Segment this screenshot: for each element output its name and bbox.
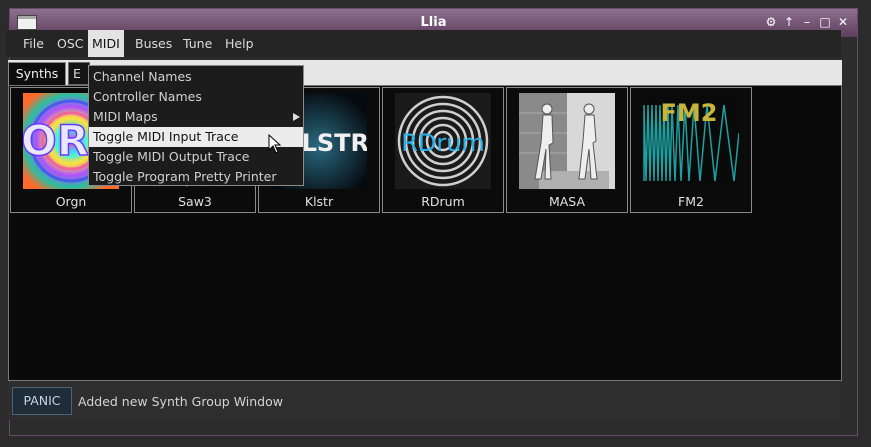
window-title: Llia	[420, 15, 447, 30]
synth-tile-rdrum[interactable]: RDrum RDrum	[382, 87, 504, 213]
panic-button[interactable]: PANIC	[12, 387, 72, 415]
synth-label: MASA	[548, 194, 586, 209]
menu-item-toggle-program-pretty-printer[interactable]: Toggle Program Pretty Printer	[89, 167, 303, 187]
menu-osc[interactable]: OSC	[53, 30, 88, 57]
maximize-icon[interactable]: □	[817, 14, 833, 30]
menu-item-label: MIDI Maps	[93, 109, 158, 124]
midi-menu-dropdown: Channel Names Controller Names MIDI Maps…	[88, 65, 304, 186]
synth-label: RDrum	[421, 194, 465, 209]
menu-file[interactable]: File	[19, 30, 48, 57]
synth-label: Orgn	[55, 194, 87, 209]
close-icon[interactable]: ✕	[835, 14, 851, 30]
fm2-logo-text: FM2	[661, 99, 718, 127]
menu-item-midi-maps[interactable]: MIDI Maps	[89, 107, 303, 127]
synth-label: Klstr	[304, 194, 334, 209]
minimize-icon[interactable]: –	[799, 14, 815, 30]
menu-item-controller-names[interactable]: Controller Names	[89, 87, 303, 107]
settings-icon[interactable]: ⚙	[763, 14, 779, 30]
window-controls: ⚙ ↑ – □ ✕	[763, 14, 851, 30]
fm2-logo-image: FM2	[643, 93, 739, 189]
submenu-arrow-icon	[293, 113, 300, 121]
tab-second[interactable]: E	[68, 62, 90, 85]
masa-logo-image	[519, 93, 615, 189]
menu-help[interactable]: Help	[221, 30, 258, 57]
synth-label: FM2	[678, 194, 704, 209]
menu-item-channel-names[interactable]: Channel Names	[89, 67, 303, 87]
status-message: Added new Synth Group Window	[78, 394, 283, 409]
tab-synths[interactable]: Synths	[8, 62, 66, 85]
mouse-pointer-icon	[268, 134, 282, 154]
menu-buses[interactable]: Buses	[131, 30, 176, 57]
menu-midi[interactable]: MIDI	[88, 30, 124, 57]
synth-tile-masa[interactable]: MASA	[506, 87, 628, 213]
rdrum-logo-image: RDrum	[395, 93, 491, 189]
menu-bar: File OSC MIDI Buses Tune Help	[6, 30, 841, 57]
synth-label: Saw3	[178, 194, 212, 209]
menu-tune[interactable]: Tune	[179, 30, 216, 57]
rdrum-logo-text: RDrum	[401, 129, 485, 157]
status-bar: PANIC Added new Synth Group Window	[8, 382, 842, 420]
arrow-up-icon[interactable]: ↑	[781, 14, 797, 30]
synth-tile-fm2[interactable]: FM2 FM2	[630, 87, 752, 213]
